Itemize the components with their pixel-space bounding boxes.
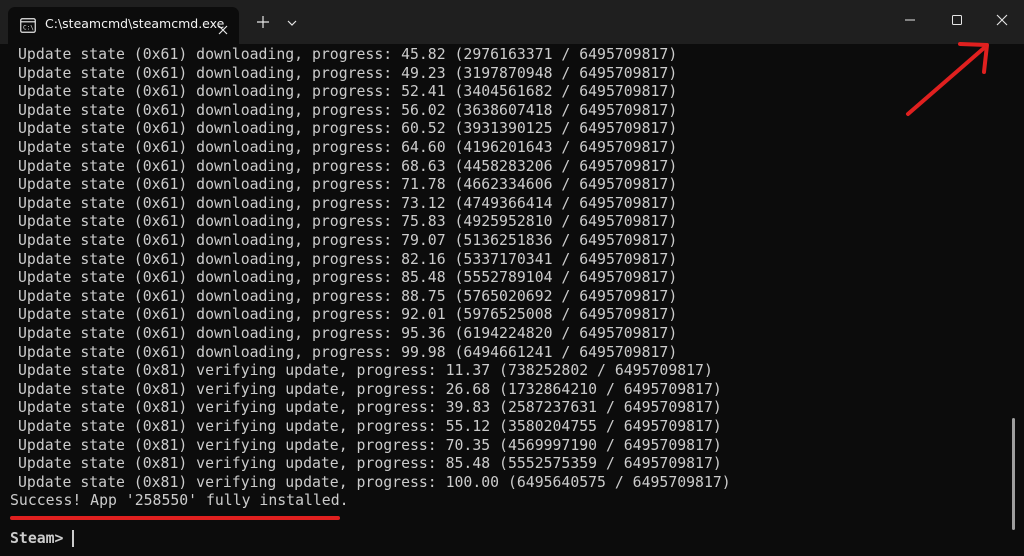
arrow-annotation <box>906 42 989 116</box>
output-line: Update state (0x61) downloading, progres… <box>18 176 678 194</box>
output-line: Update state (0x81) verifying update, pr… <box>18 362 713 380</box>
tab-title: C:\steamcmd\steamcmd.exe <box>45 16 225 31</box>
scrollbar[interactable] <box>1012 418 1015 530</box>
terminal-icon: C:\ <box>20 18 36 33</box>
maximize-icon <box>952 15 962 25</box>
output-line: Update state (0x61) downloading, progres… <box>18 287 678 305</box>
output-line: Update state (0x61) downloading, progres… <box>18 83 678 101</box>
terminal-output[interactable]: Update state (0x61) downloading, progres… <box>10 46 1010 556</box>
output-line: Update state (0x81) verifying update, pr… <box>18 399 722 417</box>
output-line: Update state (0x61) downloading, progres… <box>18 46 678 63</box>
success-message: Success! App '258550' fully installed. <box>10 492 349 510</box>
text-cursor <box>72 530 74 547</box>
plus-icon[interactable] <box>254 13 272 31</box>
output-line: Update state (0x61) downloading, progres… <box>18 250 678 268</box>
output-line: Update state (0x61) downloading, progres… <box>18 139 678 156</box>
close-icon[interactable] <box>218 20 228 35</box>
output-line: Update state (0x61) downloading, progres… <box>18 157 678 175</box>
output-line: Update state (0x61) downloading, progres… <box>18 269 678 287</box>
close-icon <box>996 14 1008 26</box>
output-line: Update state (0x61) downloading, progres… <box>18 120 678 138</box>
output-line: Update state (0x81) verifying update, pr… <box>18 380 722 398</box>
output-line: Update state (0x61) downloading, progres… <box>18 194 678 212</box>
output-line: Update state (0x81) verifying update, pr… <box>18 436 722 454</box>
success-underline <box>10 516 340 520</box>
output-line: Update state (0x61) downloading, progres… <box>18 325 678 342</box>
svg-text:C:\: C:\ <box>23 25 34 32</box>
output-line: Update state (0x61) downloading, progres… <box>18 64 678 82</box>
output-line: Update state (0x81) verifying update, pr… <box>18 473 731 491</box>
output-line: Update state (0x81) verifying update, pr… <box>18 455 722 473</box>
output-line: Update state (0x61) downloading, progres… <box>18 213 678 231</box>
terminal-tab[interactable]: C:\ C:\steamcmd\steamcmd.exe <box>8 7 239 44</box>
command-prompt: Steam> <box>10 530 64 547</box>
output-line: Update state (0x81) verifying update, pr… <box>18 418 722 435</box>
output-line: Update state (0x61) downloading, progres… <box>18 232 678 249</box>
title-bar: C:\ C:\steamcmd\steamcmd.exe <box>0 0 1024 44</box>
chevron-down-icon[interactable] <box>285 15 299 29</box>
output-line: Update state (0x61) downloading, progres… <box>18 343 678 361</box>
minimize-icon <box>905 19 915 21</box>
output-line: Update state (0x61) downloading, progres… <box>18 306 678 324</box>
output-line: Update state (0x61) downloading, progres… <box>18 101 678 119</box>
